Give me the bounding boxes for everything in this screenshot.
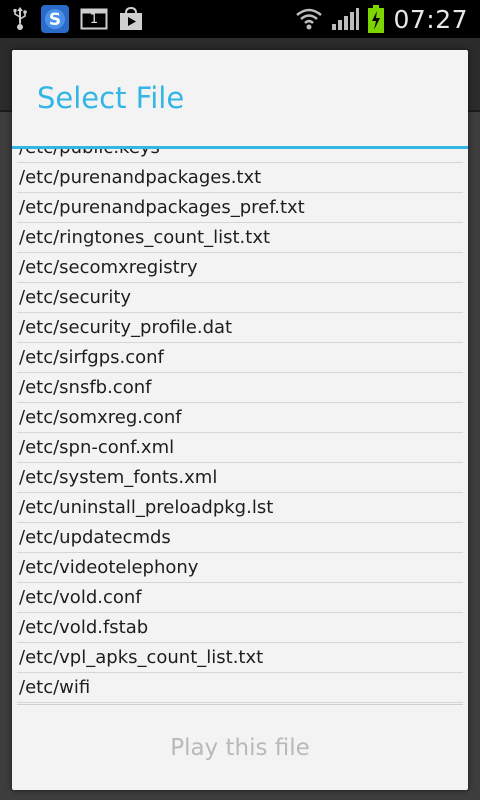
file-list-item[interactable]: /etc/snsfb.conf (17, 373, 463, 403)
clock: 07:27 (393, 4, 468, 34)
file-list-item[interactable]: /etc/public.keys (17, 149, 463, 163)
file-list-item[interactable]: /etc/purenandpackages_pref.txt (17, 193, 463, 223)
play-file-button[interactable]: Play this file (12, 706, 468, 790)
status-bar: S 1 07:27 (0, 0, 480, 38)
calendar-icon: 1 (80, 7, 108, 31)
file-list-item[interactable]: /etc/uninstall_preloadpkg.lst (17, 493, 463, 523)
notification-icons: S 1 (10, 4, 144, 34)
file-list-item[interactable]: /etc/purenandpackages.txt (17, 163, 463, 193)
file-list-item[interactable]: /etc/secomxregistry (17, 253, 463, 283)
file-list-item[interactable]: /etc/vold.conf (17, 583, 463, 613)
wifi-icon (295, 6, 323, 32)
file-list-item[interactable]: /etc/somxreg.conf (17, 403, 463, 433)
file-list-item[interactable]: /etc/ringtones_count_list.txt (17, 223, 463, 253)
system-icons: 07:27 (295, 3, 468, 35)
app-s-icon: S (40, 4, 70, 34)
file-list-item[interactable]: /etc/updatecmds (17, 523, 463, 553)
file-list-item[interactable]: /etc/vold.fstab (17, 613, 463, 643)
file-list-item[interactable]: /etc/system_fonts.xml (17, 463, 463, 493)
dialog-actions: Play this file (12, 706, 468, 790)
dialog-title: Select File (37, 81, 185, 115)
dialog-header: Select File (12, 50, 468, 146)
usb-icon (10, 6, 30, 32)
file-list-item[interactable]: /etc/wifi (17, 673, 463, 703)
signal-icon (331, 6, 360, 32)
file-list-item[interactable]: /etc/sirfgps.conf (17, 343, 463, 373)
file-list-item[interactable]: /etc/spn-conf.xml (17, 433, 463, 463)
file-list-scroll[interactable]: /etc/public.keys/etc/purenandpackages.tx… (17, 149, 463, 755)
file-list: /etc/public.keys/etc/purenandpackages.tx… (17, 149, 463, 703)
file-list-item[interactable]: /etc/security_profile.dat (17, 313, 463, 343)
select-file-dialog: Select File /etc/public.keys/etc/purenan… (12, 50, 468, 790)
store-icon (118, 6, 144, 32)
list-bottom-divider (17, 704, 463, 705)
svg-text:S: S (49, 10, 61, 30)
calendar-day: 1 (89, 12, 99, 27)
file-list-item[interactable]: /etc/security (17, 283, 463, 313)
battery-charging-icon (367, 4, 385, 34)
file-list-item[interactable]: /etc/videotelephony (17, 553, 463, 583)
file-list-item[interactable]: /etc/vpl_apks_count_list.txt (17, 643, 463, 673)
